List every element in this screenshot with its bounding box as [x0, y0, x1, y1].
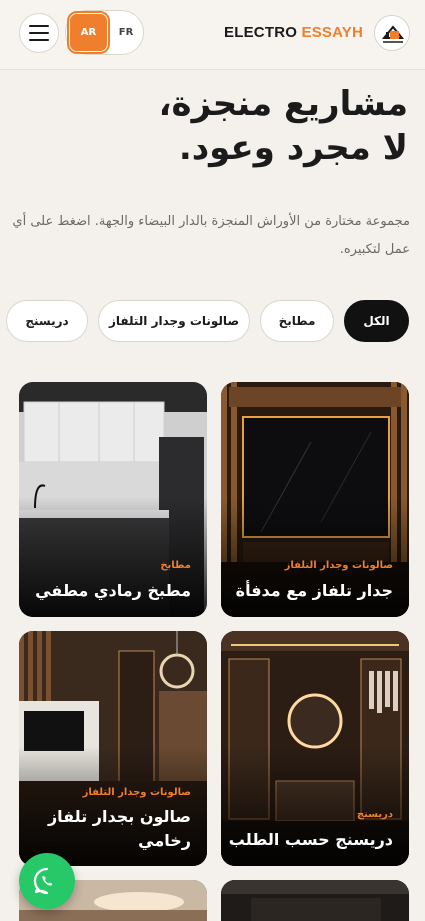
menu-button[interactable] [19, 13, 59, 53]
brand-name[interactable]: ELECTRO ESSAYH [224, 24, 363, 41]
page-subtitle: مجموعة مختارة من الأوراش المنجزة بالدار … [12, 214, 410, 257]
logo-icon [375, 16, 409, 50]
project-name: دريسنج حسب الطلب [228, 830, 393, 849]
page-title: مشاريع منجزة، لا مجرد وعود. [108, 82, 408, 170]
project-card[interactable] [221, 880, 409, 921]
filter-kitchens[interactable]: مطابخ [260, 300, 334, 342]
project-name: مطبخ رمادي مطفي [35, 581, 191, 600]
project-image [221, 880, 409, 921]
language-switch: AR FR [65, 10, 144, 55]
top-header: AR FR ELECTRO ESSAYH [0, 0, 425, 70]
filter-salons-tv-wall[interactable]: صالونات وجدار التلفاز [98, 300, 250, 342]
project-name: صالون بجدار تلفاز رخامي [47, 807, 191, 850]
project-card[interactable]: مطابخ مطبخ رمادي مطفي [19, 382, 207, 617]
filter-all[interactable]: الكل [344, 300, 409, 342]
project-card[interactable]: صالونات وجدار التلفاز صالون بجدار تلفاز … [19, 631, 207, 866]
project-category: صالونات وجدار التلفاز [82, 787, 191, 798]
project-name: جدار تلفاز مع مدفأة [235, 581, 393, 600]
project-category: دريسنج [356, 809, 393, 820]
lang-fr-button[interactable]: FR [112, 14, 140, 51]
filter-bar: الكل مطابخ صالونات وجدار التلفاز دريسنج [0, 300, 425, 342]
title-line-1: مشاريع منجزة، [158, 84, 408, 124]
whatsapp-icon [33, 867, 52, 895]
lang-ar-button[interactable]: AR [67, 11, 110, 54]
filter-dressing[interactable]: دريسنج [6, 300, 88, 342]
project-category: صالونات وجدار التلفاز [284, 560, 393, 571]
project-category: مطابخ [160, 560, 191, 571]
brand-name-part1: ELECTRO [224, 24, 298, 41]
brand-logo[interactable] [374, 15, 410, 51]
project-card[interactable]: دريسنج دريسنج حسب الطلب [221, 631, 409, 866]
title-line-2: لا مجرد وعود. [178, 128, 408, 168]
whatsapp-button[interactable] [19, 853, 75, 909]
menu-icon-bar [29, 39, 49, 41]
menu-icon-bar [29, 32, 49, 34]
project-card[interactable]: صالونات وجدار التلفاز جدار تلفاز مع مدفأ… [221, 382, 409, 617]
menu-icon-bar [29, 25, 49, 27]
brand-name-part2: ESSAYH [301, 24, 363, 41]
